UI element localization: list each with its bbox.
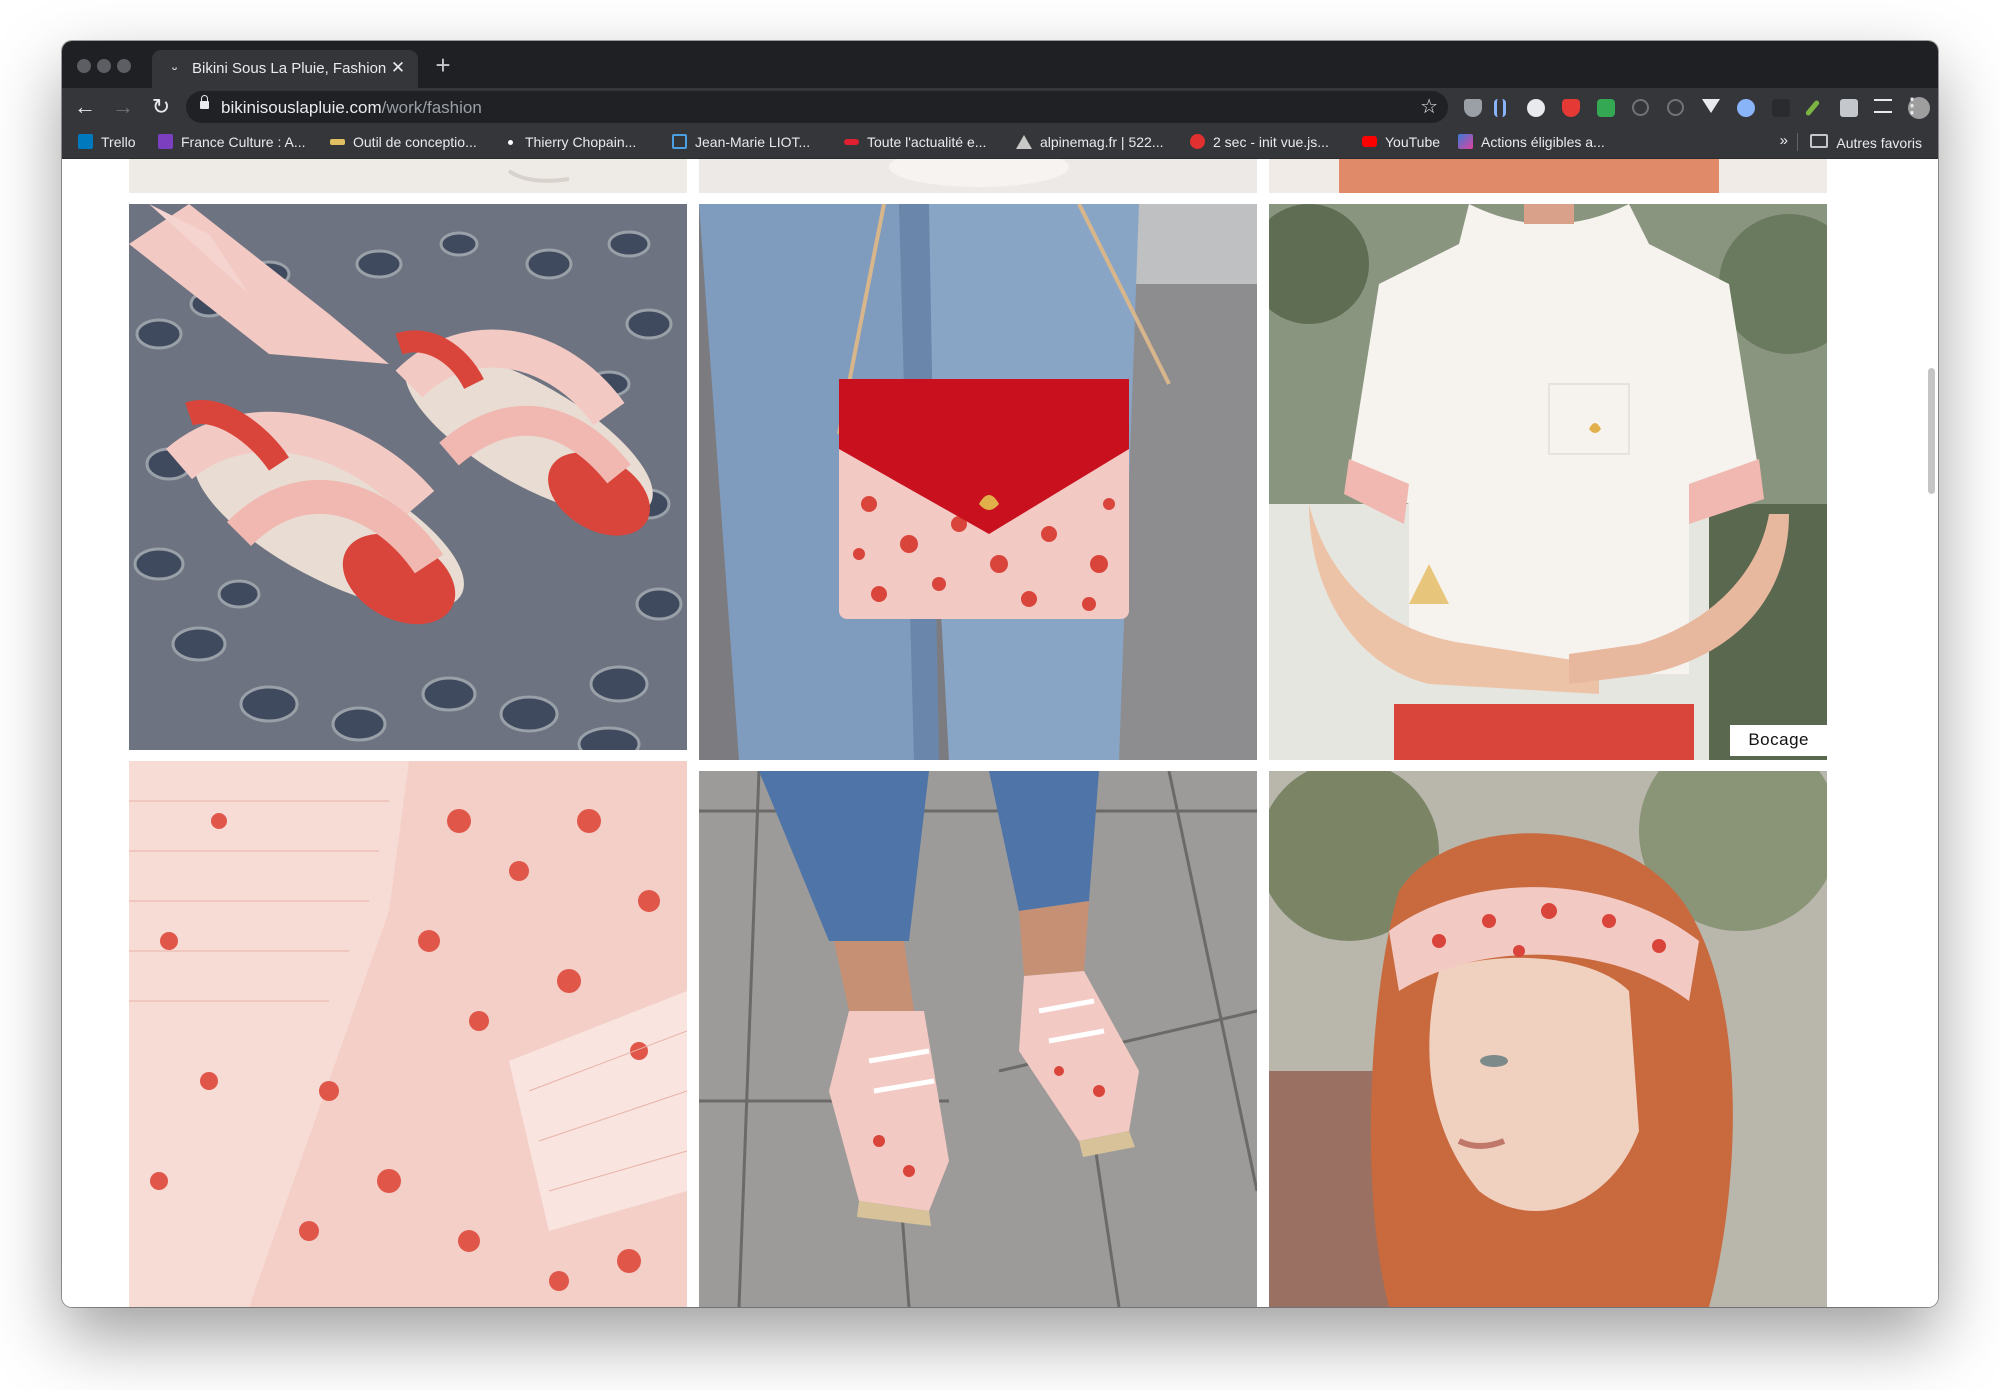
gallery-image-sneakers[interactable] xyxy=(699,771,1257,1307)
youtube-icon xyxy=(1362,136,1377,147)
gallery-image-clutch-bag[interactable] xyxy=(699,204,1257,760)
gallery-image-top-1[interactable] xyxy=(129,159,687,193)
bookmarks-separator xyxy=(1797,133,1798,151)
trello-icon xyxy=(78,134,93,149)
bookmarks-overflow-button[interactable]: » xyxy=(1780,132,1788,149)
url-text: bikinisouslapluie.com/work/fashion xyxy=(221,98,482,117)
other-bookmarks-folder[interactable]: Autres favoris xyxy=(1810,134,1922,152)
mustache-icon: ᵕ xyxy=(171,61,178,76)
folder-icon xyxy=(1810,134,1829,148)
bookmark-item[interactable]: Actions éligibles a... xyxy=(1458,134,1605,152)
menu-dots-icon[interactable]: ⋮ xyxy=(1902,94,1922,118)
bookmarks-bar: Trello France Culture : A... Outil de co… xyxy=(62,126,1938,159)
v-logo-icon[interactable] xyxy=(1702,99,1720,113)
triangle-icon xyxy=(1016,135,1032,149)
shield-badge-icon[interactable] xyxy=(1464,99,1482,117)
gallery-image-top-2[interactable] xyxy=(699,159,1257,193)
zoom-window-button[interactable] xyxy=(117,59,131,73)
blue-ring-icon[interactable] xyxy=(1737,99,1755,117)
minimize-window-button[interactable] xyxy=(97,59,111,73)
toolbar: ← → ↻ bikinisouslapluie.com/work/fashion… xyxy=(62,88,1938,126)
bookmark-item[interactable]: YouTube xyxy=(1362,134,1440,152)
puzzle-icon[interactable] xyxy=(1840,99,1858,117)
gradient-arrow-icon xyxy=(1458,134,1473,149)
bookmark-item[interactable]: Thierry Chopain... xyxy=(504,134,636,152)
bookmark-item[interactable]: France Culture : A... xyxy=(158,134,306,152)
gallery-image-fabric[interactable] xyxy=(129,761,687,1307)
gallery-image-headband[interactable] xyxy=(1269,771,1827,1307)
skull-icon[interactable] xyxy=(1527,99,1545,117)
pencil-icon[interactable] xyxy=(1804,99,1821,117)
tab-title: Bikini Sous La Pluie, Fashion xyxy=(192,60,387,77)
lock-icon xyxy=(200,95,209,109)
bookmark-item[interactable]: Trello xyxy=(78,134,136,152)
dark-square-icon[interactable] xyxy=(1772,99,1790,117)
dot-icon xyxy=(508,140,513,145)
close-window-button[interactable] xyxy=(77,59,91,73)
playlist-icon[interactable] xyxy=(1874,99,1892,113)
bookmark-item[interactable]: alpinemag.fr | 522... xyxy=(1016,134,1163,152)
france-culture-icon xyxy=(158,134,173,149)
power-icon xyxy=(1190,134,1205,149)
image-caption: Bocage xyxy=(1730,725,1827,756)
red-shield-icon[interactable] xyxy=(1562,99,1580,117)
reload-button[interactable]: ↻ xyxy=(146,92,176,122)
close-tab-icon[interactable]: ✕ xyxy=(388,58,408,78)
bookmark-item[interactable]: 2 sec - init vue.js... xyxy=(1190,134,1329,152)
back-button[interactable]: ← xyxy=(70,92,100,122)
page-content: Bocage xyxy=(62,159,1938,1307)
forward-button[interactable]: → xyxy=(108,92,138,122)
bar-chart-icon[interactable] xyxy=(1494,99,1506,117)
browser-window: ᵕ Bikini Sous La Pluie, Fashion ✕ + ← → … xyxy=(62,41,1938,1307)
recycle-icon[interactable] xyxy=(1632,99,1649,116)
page-scrollbar[interactable] xyxy=(1924,159,1938,1307)
gallery-image-tshirt[interactable]: Bocage xyxy=(1269,204,1827,760)
new-tab-button[interactable]: + xyxy=(430,52,456,79)
bookmark-star-icon[interactable]: ☆ xyxy=(1420,95,1438,119)
bookmark-item[interactable]: Jean-Marie LIOT... xyxy=(672,134,810,152)
design-tool-icon xyxy=(330,139,345,145)
gallery-image-top-3[interactable] xyxy=(1269,159,1827,193)
tab-active[interactable]: ᵕ Bikini Sous La Pluie, Fashion ✕ xyxy=(152,50,418,88)
bookmark-item[interactable]: Outil de conceptio... xyxy=(330,134,477,152)
bookmark-item[interactable]: Toute l'actualité e... xyxy=(844,134,986,152)
address-bar[interactable]: bikinisouslapluie.com/work/fashion ☆ xyxy=(186,91,1448,123)
tab-strip: ᵕ Bikini Sous La Pluie, Fashion ✕ + xyxy=(62,41,1938,88)
red-lips-icon xyxy=(844,139,859,145)
scrollbar-thumb[interactable] xyxy=(1928,368,1935,494)
square-outline-icon xyxy=(672,134,687,149)
gallery-image-sandals[interactable] xyxy=(129,204,687,750)
clock-icon[interactable] xyxy=(1667,99,1684,116)
green-badge-icon[interactable] xyxy=(1597,99,1615,117)
